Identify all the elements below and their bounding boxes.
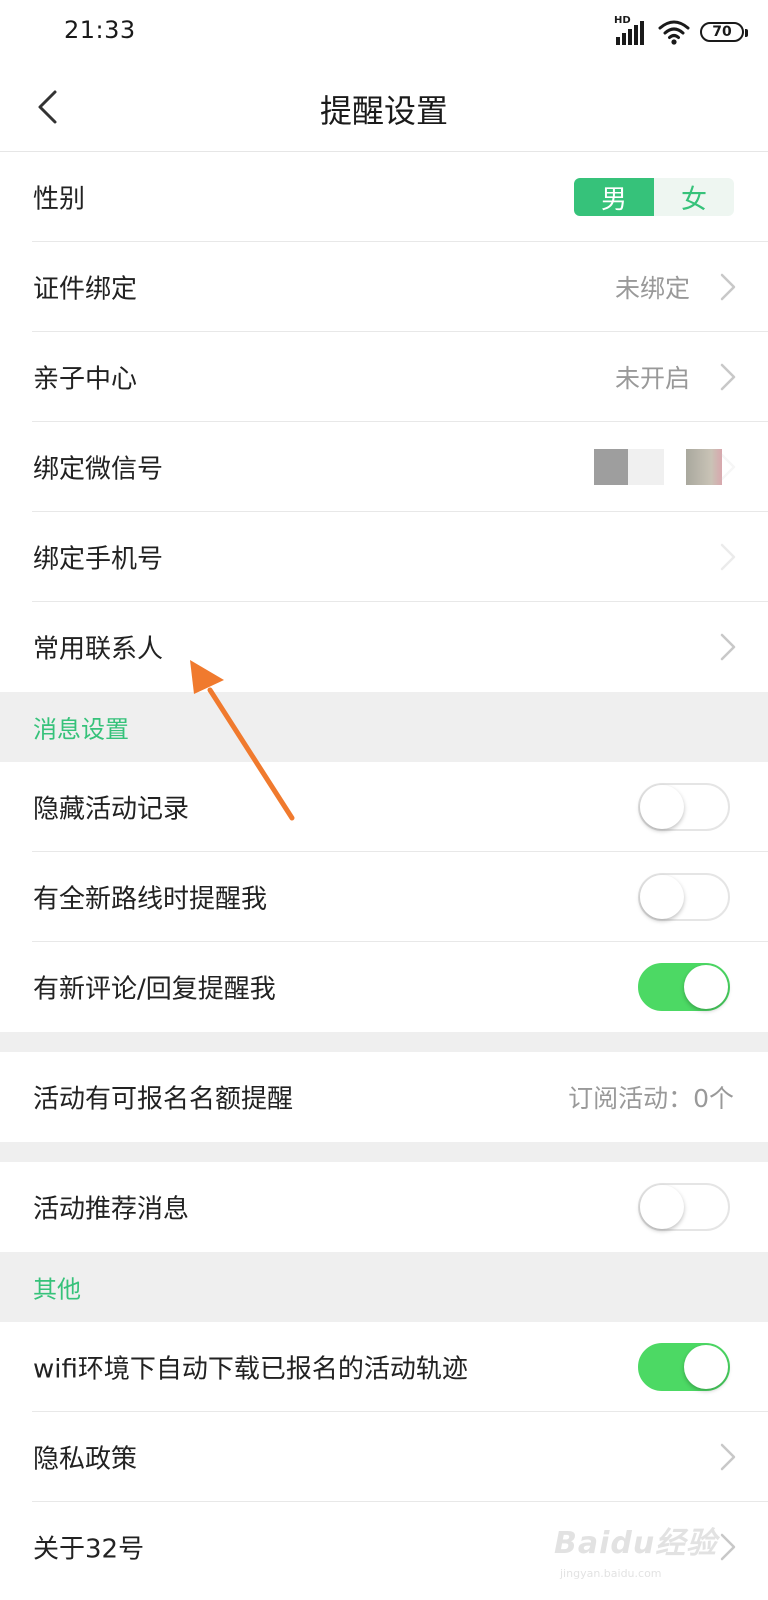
page-title: 提醒设置 bbox=[319, 92, 448, 130]
status-time: 21:33 bbox=[64, 16, 136, 44]
id-binding-row[interactable]: 证件绑定 未绑定 bbox=[0, 242, 768, 332]
section-title-other: 其他 bbox=[33, 1275, 81, 1304]
recommend-toggle[interactable] bbox=[638, 1183, 730, 1231]
chevron-right-icon bbox=[720, 1533, 736, 1561]
hide-activity-toggle[interactable] bbox=[638, 783, 730, 831]
recommend-label: 活动推荐消息 bbox=[33, 1194, 190, 1225]
parent-center-label: 亲子中心 bbox=[33, 364, 138, 395]
new-route-row: 有全新路线时提醒我 bbox=[0, 852, 768, 942]
hide-activity-row: 隐藏活动记录 bbox=[0, 762, 768, 852]
privacy-label: 隐私政策 bbox=[33, 1444, 138, 1475]
privacy-row[interactable]: 隐私政策 bbox=[0, 1412, 768, 1502]
status-icons: HD 70 bbox=[614, 14, 748, 50]
title-bar: 提醒设置 bbox=[0, 64, 768, 152]
about-row[interactable]: 关于32号 bbox=[0, 1502, 768, 1592]
quota-reminder-label: 活动有可报名名额提醒 bbox=[33, 1084, 294, 1115]
gender-option-male[interactable]: 男 bbox=[574, 178, 654, 216]
about-label: 关于32号 bbox=[33, 1534, 145, 1565]
gender-option-female[interactable]: 女 bbox=[654, 178, 734, 216]
section-title-message: 消息设置 bbox=[33, 715, 129, 744]
toggle-knob bbox=[684, 965, 728, 1009]
toggle-knob bbox=[640, 1185, 684, 1229]
gender-label: 性别 bbox=[33, 184, 86, 215]
id-binding-label: 证件绑定 bbox=[33, 274, 138, 305]
wechat-row[interactable]: 绑定微信号 bbox=[0, 422, 768, 512]
toggle-knob bbox=[640, 875, 684, 919]
parent-center-status: 未开启 bbox=[614, 364, 690, 393]
common-contacts-label: 常用联系人 bbox=[33, 634, 164, 665]
toggle-knob bbox=[684, 1345, 728, 1389]
phone-label: 绑定手机号 bbox=[33, 544, 164, 575]
chevron-right-icon bbox=[720, 633, 736, 661]
wechat-avatar-blurred bbox=[594, 449, 722, 485]
new-comment-toggle[interactable] bbox=[638, 963, 730, 1011]
status-bar: 21:33 HD 70 bbox=[0, 0, 768, 64]
new-comment-label: 有新评论/回复提醒我 bbox=[33, 974, 276, 1005]
other-section: 其他 bbox=[0, 1252, 768, 1322]
id-binding-status: 未绑定 bbox=[614, 274, 690, 303]
chevron-right-icon bbox=[720, 543, 736, 571]
wifi-icon bbox=[658, 20, 690, 45]
toggle-knob bbox=[640, 785, 684, 829]
gender-segmented-control: 男 女 bbox=[574, 178, 734, 216]
battery-icon: 70 bbox=[700, 22, 748, 42]
phone-row[interactable]: 绑定手机号 bbox=[0, 512, 768, 602]
chevron-right-icon bbox=[720, 273, 736, 301]
parent-center-row[interactable]: 亲子中心 未开启 bbox=[0, 332, 768, 422]
chevron-right-icon bbox=[720, 363, 736, 391]
wifi-download-toggle[interactable] bbox=[638, 1343, 730, 1391]
new-route-label: 有全新路线时提醒我 bbox=[33, 884, 268, 915]
wechat-label: 绑定微信号 bbox=[33, 454, 164, 485]
wifi-download-row: wifi环境下自动下载已报名的活动轨迹 bbox=[0, 1322, 768, 1412]
section-gap bbox=[0, 1032, 768, 1052]
recommend-row: 活动推荐消息 bbox=[0, 1162, 768, 1252]
gender-row: 性别 男 女 bbox=[0, 152, 768, 242]
battery-level: 70 bbox=[712, 24, 732, 40]
chevron-right-icon bbox=[720, 1443, 736, 1471]
new-comment-row: 有新评论/回复提醒我 bbox=[0, 942, 768, 1032]
battery-cap bbox=[745, 29, 748, 37]
subscribed-activities-count: 订阅活动：0个 bbox=[568, 1084, 734, 1113]
wifi-download-label: wifi环境下自动下载已报名的活动轨迹 bbox=[33, 1354, 468, 1385]
section-gap bbox=[0, 1142, 768, 1162]
message-settings-section: 消息设置 bbox=[0, 692, 768, 762]
hide-activity-label: 隐藏活动记录 bbox=[33, 794, 190, 825]
chevron-right-icon bbox=[720, 453, 736, 481]
new-route-toggle[interactable] bbox=[638, 873, 730, 921]
common-contacts-row[interactable]: 常用联系人 bbox=[0, 602, 768, 692]
quota-reminder-row[interactable]: 活动有可报名名额提醒 订阅活动：0个 bbox=[0, 1052, 768, 1142]
cellular-signal-icon: HD bbox=[614, 15, 648, 47]
